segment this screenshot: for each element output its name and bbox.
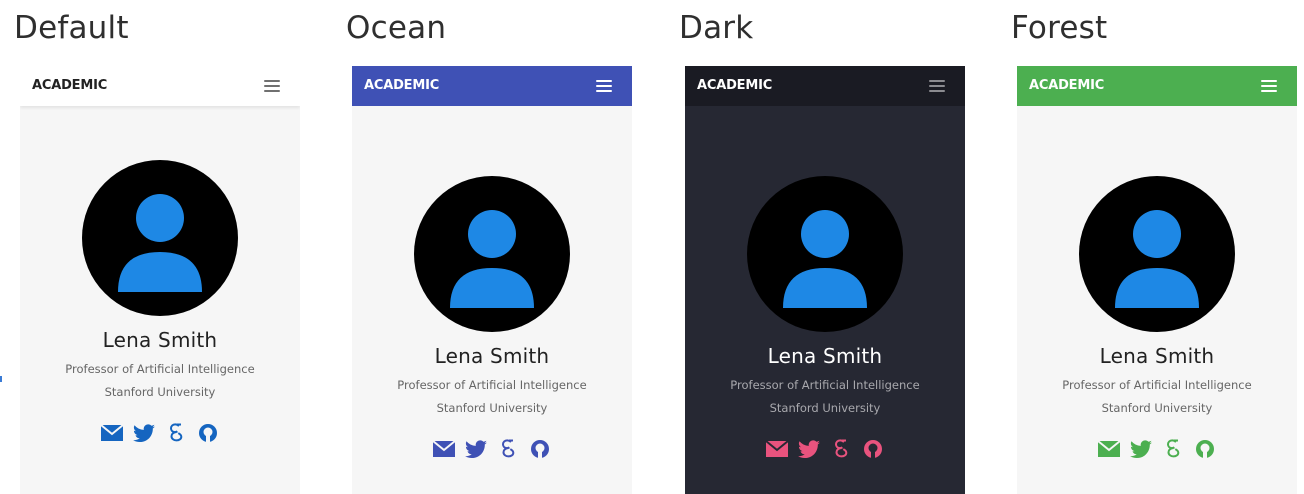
- phone-preview: ACADEMIC Lena Smith Professor of Artific…: [1017, 66, 1297, 494]
- google-scholar-icon[interactable]: [164, 422, 188, 444]
- github-icon[interactable]: [861, 438, 885, 460]
- avatar: [414, 176, 570, 332]
- profile-name: Lena Smith: [1099, 344, 1215, 368]
- theme-preview-default: Default ACADEMIC Lena Smith Professor of…: [14, 0, 314, 494]
- theme-preview-dark: Dark ACADEMIC Lena Smith Professor of Ar…: [679, 0, 979, 494]
- user-silhouette-icon: [450, 210, 534, 308]
- brand-logo[interactable]: ACADEMIC: [32, 78, 107, 93]
- social-links: [1017, 438, 1297, 460]
- profile-organization: Stanford University: [104, 385, 216, 399]
- hamburger-menu-icon[interactable]: [264, 80, 280, 92]
- hamburger-menu-icon[interactable]: [596, 80, 612, 92]
- twitter-icon[interactable]: [1129, 438, 1153, 460]
- hamburger-menu-icon[interactable]: [929, 80, 945, 92]
- avatar: [1079, 176, 1235, 332]
- theme-preview-forest: Forest ACADEMIC Lena Smith Professor of …: [1011, 0, 1304, 494]
- navbar: ACADEMIC: [20, 66, 300, 106]
- social-links: [352, 438, 632, 460]
- twitter-icon[interactable]: [132, 422, 156, 444]
- github-icon[interactable]: [528, 438, 552, 460]
- brand-logo[interactable]: ACADEMIC: [1029, 78, 1104, 93]
- github-icon[interactable]: [196, 422, 220, 444]
- navbar: ACADEMIC: [352, 66, 632, 106]
- phone-preview: ACADEMIC Lena Smith Professor of Artific…: [20, 66, 300, 494]
- envelope-icon[interactable]: [100, 422, 124, 444]
- avatar: [747, 176, 903, 332]
- profile-organization: Stanford University: [769, 401, 881, 415]
- hamburger-menu-icon[interactable]: [1261, 80, 1277, 92]
- navbar: ACADEMIC: [685, 66, 965, 106]
- profile-role: Professor of Artificial Intelligence: [65, 362, 255, 376]
- avatar: [82, 160, 238, 316]
- twitter-icon[interactable]: [464, 438, 488, 460]
- profile-card: Lena Smith Professor of Artificial Intel…: [352, 176, 632, 460]
- phone-preview: ACADEMIC Lena Smith Professor of Artific…: [685, 66, 965, 494]
- user-silhouette-icon: [118, 194, 202, 292]
- profile-name: Lena Smith: [102, 328, 218, 352]
- envelope-icon[interactable]: [765, 438, 789, 460]
- theme-title: Default: [14, 10, 129, 46]
- profile-card: Lena Smith Professor of Artificial Intel…: [20, 160, 300, 444]
- github-icon[interactable]: [1193, 438, 1217, 460]
- profile-name: Lena Smith: [434, 344, 550, 368]
- theme-title: Dark: [679, 10, 754, 46]
- google-scholar-icon[interactable]: [829, 438, 853, 460]
- navbar: ACADEMIC: [1017, 66, 1297, 106]
- profile-organization: Stanford University: [1101, 401, 1213, 415]
- edge-marker: [0, 376, 2, 382]
- profile-card: Lena Smith Professor of Artificial Intel…: [685, 176, 965, 460]
- profile-role: Professor of Artificial Intelligence: [730, 378, 920, 392]
- brand-logo[interactable]: ACADEMIC: [697, 78, 772, 93]
- brand-logo[interactable]: ACADEMIC: [364, 78, 439, 93]
- profile-card: Lena Smith Professor of Artificial Intel…: [1017, 176, 1297, 460]
- user-silhouette-icon: [783, 210, 867, 308]
- profile-role: Professor of Artificial Intelligence: [397, 378, 587, 392]
- profile-name: Lena Smith: [767, 344, 883, 368]
- envelope-icon[interactable]: [432, 438, 456, 460]
- profile-organization: Stanford University: [436, 401, 548, 415]
- social-links: [20, 422, 300, 444]
- theme-preview-ocean: Ocean ACADEMIC Lena Smith Professor of A…: [346, 0, 646, 494]
- user-silhouette-icon: [1115, 210, 1199, 308]
- profile-role: Professor of Artificial Intelligence: [1062, 378, 1252, 392]
- social-links: [685, 438, 965, 460]
- google-scholar-icon[interactable]: [1161, 438, 1185, 460]
- theme-title: Ocean: [346, 10, 447, 46]
- phone-preview: ACADEMIC Lena Smith Professor of Artific…: [352, 66, 632, 494]
- envelope-icon[interactable]: [1097, 438, 1121, 460]
- google-scholar-icon[interactable]: [496, 438, 520, 460]
- theme-title: Forest: [1011, 10, 1108, 46]
- twitter-icon[interactable]: [797, 438, 821, 460]
